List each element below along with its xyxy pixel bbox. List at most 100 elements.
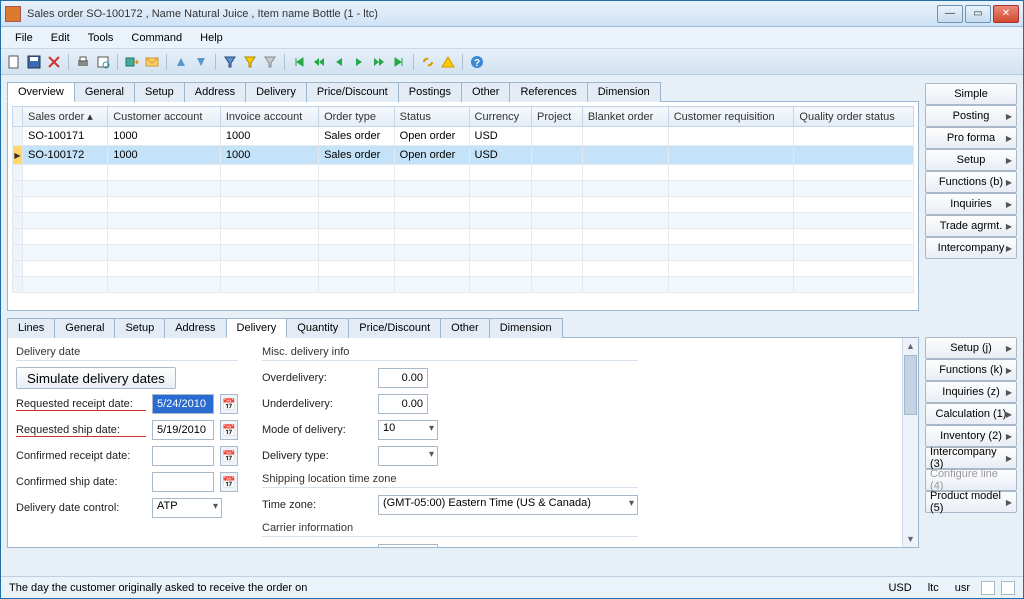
side-button-setup-j[interactable]: Setup (j)▶ — [925, 337, 1017, 359]
column-header[interactable]: Status — [394, 107, 469, 127]
filter-clear-icon[interactable] — [261, 53, 279, 71]
lower-tab-quantity[interactable]: Quantity — [286, 318, 349, 338]
confirmed-ship-input[interactable] — [152, 472, 214, 492]
cell-project[interactable] — [532, 146, 583, 165]
print-icon[interactable] — [74, 53, 92, 71]
cell-type[interactable] — [319, 213, 395, 229]
send-icon[interactable] — [143, 53, 161, 71]
cell-curr[interactable] — [469, 229, 531, 245]
cell-type[interactable] — [319, 261, 395, 277]
print-preview-icon[interactable] — [94, 53, 112, 71]
tab-postings[interactable]: Postings — [398, 82, 462, 102]
maximize-button[interactable]: ▭ — [965, 5, 991, 23]
cell-inv[interactable] — [220, 165, 318, 181]
cell-quality[interactable] — [794, 229, 914, 245]
calendar-icon[interactable]: 📅 — [220, 420, 238, 440]
tab-delivery[interactable]: Delivery — [245, 82, 307, 102]
cell-curr[interactable] — [469, 165, 531, 181]
requested-receipt-input[interactable] — [152, 394, 214, 414]
cell-inv[interactable] — [220, 277, 318, 293]
cell-project[interactable] — [532, 261, 583, 277]
status-icon-2[interactable] — [1001, 581, 1015, 595]
underdelivery-input[interactable] — [378, 394, 428, 414]
cell-curr[interactable] — [469, 245, 531, 261]
table-row[interactable] — [13, 213, 914, 229]
table-row[interactable] — [13, 261, 914, 277]
requested-ship-input[interactable] — [152, 420, 214, 440]
side-button-functions-b[interactable]: Functions (b)▶ — [925, 171, 1017, 193]
cell-curr[interactable]: USD — [469, 146, 531, 165]
column-header[interactable]: Sales order ▴ — [23, 107, 108, 127]
cell-inv[interactable] — [220, 181, 318, 197]
status-icon-1[interactable] — [981, 581, 995, 595]
cell-curr[interactable] — [469, 261, 531, 277]
scrollbar-vertical[interactable]: ▲ ▼ — [902, 338, 918, 547]
filter-icon[interactable] — [221, 53, 239, 71]
first-icon[interactable] — [290, 53, 308, 71]
cell-sales_order[interactable] — [23, 181, 108, 197]
column-header[interactable]: Order type — [319, 107, 395, 127]
cell-req[interactable] — [668, 146, 794, 165]
cell-sales_order[interactable] — [23, 197, 108, 213]
cell-cust[interactable] — [108, 261, 221, 277]
cell-req[interactable] — [668, 213, 794, 229]
menu-command[interactable]: Command — [123, 30, 190, 46]
timezone-select[interactable]: (GMT-05:00) Eastern Time (US & Canada) — [378, 495, 638, 515]
cell-status[interactable] — [394, 245, 469, 261]
cell-type[interactable] — [319, 197, 395, 213]
cell-status[interactable] — [394, 165, 469, 181]
cell-project[interactable] — [532, 181, 583, 197]
export-icon[interactable] — [123, 53, 141, 71]
cell-blanket[interactable] — [582, 245, 668, 261]
cell-quality[interactable] — [794, 181, 914, 197]
cell-project[interactable] — [532, 277, 583, 293]
cell-type[interactable]: Sales order — [319, 127, 395, 146]
tab-references[interactable]: References — [509, 82, 587, 102]
table-row[interactable] — [13, 181, 914, 197]
cell-inv[interactable]: 1000 — [220, 146, 318, 165]
cell-status[interactable] — [394, 261, 469, 277]
cell-inv[interactable] — [220, 245, 318, 261]
column-header[interactable]: Currency — [469, 107, 531, 127]
cell-req[interactable] — [668, 181, 794, 197]
side-button-trade-agrmt[interactable]: Trade agrmt.▶ — [925, 215, 1017, 237]
cell-req[interactable] — [668, 165, 794, 181]
table-row[interactable] — [13, 277, 914, 293]
calendar-icon[interactable]: 📅 — [220, 394, 238, 414]
column-header[interactable]: Quality order status — [794, 107, 914, 127]
lower-tab-dimension[interactable]: Dimension — [489, 318, 563, 338]
side-button-inventory[interactable]: Inventory (2)▶ — [925, 425, 1017, 447]
new-icon[interactable] — [5, 53, 23, 71]
cell-req[interactable] — [668, 245, 794, 261]
cell-cust[interactable] — [108, 213, 221, 229]
cell-inv[interactable] — [220, 213, 318, 229]
cell-quality[interactable] — [794, 213, 914, 229]
cell-sales_order[interactable]: SO-100172 — [23, 146, 108, 165]
confirmed-receipt-input[interactable] — [152, 446, 214, 466]
cell-type[interactable] — [319, 229, 395, 245]
cell-blanket[interactable] — [582, 146, 668, 165]
lower-tab-general[interactable]: General — [54, 318, 115, 338]
cell-quality[interactable] — [794, 261, 914, 277]
lower-tab-delivery[interactable]: Delivery — [226, 318, 288, 338]
side-button-setup[interactable]: Setup▶ — [925, 149, 1017, 171]
table-row[interactable]: SO-10017110001000Sales orderOpen orderUS… — [13, 127, 914, 146]
menu-help[interactable]: Help — [192, 30, 231, 46]
cell-cust[interactable]: 1000 — [108, 127, 221, 146]
cell-quality[interactable] — [794, 277, 914, 293]
cell-blanket[interactable] — [582, 277, 668, 293]
cell-project[interactable] — [532, 229, 583, 245]
side-button-inquiries-z[interactable]: Inquiries (z)▶ — [925, 381, 1017, 403]
sales-order-grid[interactable]: Sales order ▴Customer accountInvoice acc… — [12, 106, 914, 293]
cell-sales_order[interactable] — [23, 213, 108, 229]
close-button[interactable]: ✕ — [993, 5, 1019, 23]
cell-quality[interactable] — [794, 197, 914, 213]
lower-tab-setup[interactable]: Setup — [114, 318, 165, 338]
prev-n-icon[interactable] — [310, 53, 328, 71]
cell-curr[interactable]: USD — [469, 127, 531, 146]
tab-setup[interactable]: Setup — [134, 82, 185, 102]
side-button-intercompany[interactable]: Intercompany (3)▶ — [925, 447, 1017, 469]
calendar-icon[interactable]: 📅 — [220, 472, 238, 492]
mode-of-delivery-select[interactable]: 10 — [378, 420, 438, 440]
alert-icon[interactable] — [439, 53, 457, 71]
